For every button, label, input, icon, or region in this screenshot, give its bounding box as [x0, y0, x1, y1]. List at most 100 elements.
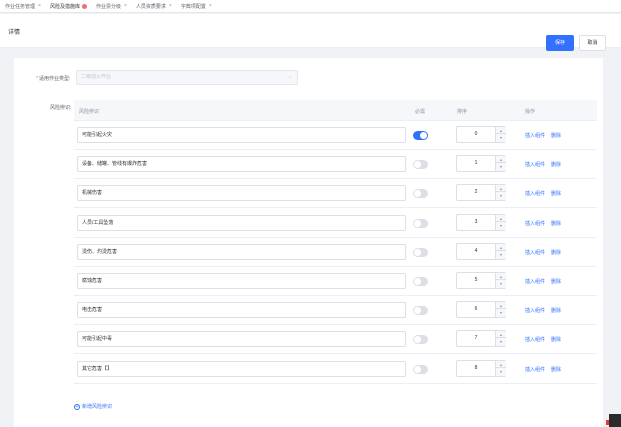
required-switch[interactable] [413, 189, 428, 199]
tab-close-icon[interactable]: × [124, 3, 127, 9]
delete-link[interactable]: 删除 [551, 249, 561, 256]
risk-name-input[interactable]: 可能引起中毒 [77, 331, 406, 348]
delete-link[interactable]: 删除 [551, 220, 561, 227]
delete-link[interactable]: 删除 [551, 161, 561, 168]
tab-label: 人员资质要求 [135, 3, 166, 10]
required-switch[interactable] [413, 364, 428, 374]
tab-0[interactable]: 作业任务管理 × [0, 0, 45, 13]
order-stepper[interactable]: 3 ▴ ▾ [456, 213, 506, 231]
order-stepper[interactable]: 4 ▴ ▾ [456, 242, 506, 260]
required-switch[interactable] [413, 160, 428, 170]
risk-name-input[interactable]: 人员/工具坠落 [77, 214, 406, 231]
delete-link[interactable]: 删除 [551, 132, 561, 139]
order-value[interactable]: 0 [457, 127, 495, 142]
risk-name-input[interactable]: 设备、储罐、管线有爆炸危害 [77, 156, 406, 173]
increment-icon[interactable]: ▴ [495, 185, 506, 193]
order-stepper[interactable]: 0 ▴ ▾ [456, 126, 506, 143]
required-switch[interactable] [413, 131, 428, 140]
delete-link[interactable]: 删除 [551, 278, 561, 285]
save-button[interactable]: 保存 [546, 35, 574, 51]
risk-name-input[interactable]: 其它危害【】 [77, 360, 406, 377]
decrement-icon[interactable]: ▾ [495, 338, 506, 347]
unsaved-dot-icon [81, 3, 87, 9]
risk-name-input[interactable]: 可能引起火灾 [77, 127, 406, 143]
work-type-value: 二级动火作业 [81, 74, 112, 80]
switch-knob [414, 336, 421, 344]
insert-component-link[interactable]: 插入组件 [525, 307, 545, 314]
add-risk-link[interactable]: + 新增风险辨识 [74, 403, 112, 410]
order-stepper[interactable]: 7 ▴ ▾ [456, 330, 506, 348]
decrement-icon[interactable]: ▾ [495, 280, 506, 288]
taskbar-corner [609, 414, 621, 427]
order-stepper[interactable]: 8 ▴ ▾ [456, 359, 506, 377]
tab-close-icon[interactable]: × [38, 3, 41, 9]
order-stepper[interactable]: 2 ▴ ▾ [456, 184, 506, 202]
risk-name-input[interactable]: 电击危害 [77, 302, 406, 319]
insert-component-link[interactable]: 插入组件 [525, 132, 545, 139]
tab-2[interactable]: 作业票分级 × [91, 0, 131, 13]
order-value[interactable]: 7 [457, 331, 495, 346]
increment-icon[interactable]: ▴ [495, 156, 506, 164]
increment-icon[interactable]: ▴ [495, 302, 506, 310]
required-switch[interactable] [413, 277, 428, 286]
increment-icon[interactable]: ▴ [495, 331, 506, 339]
decrement-icon[interactable]: ▾ [495, 221, 506, 230]
tab-1[interactable]: 风险及措施库 [45, 0, 91, 13]
order-stepper[interactable]: 6 ▴ ▾ [456, 301, 506, 319]
insert-component-link[interactable]: 插入组件 [525, 190, 545, 197]
decrement-icon[interactable]: ▾ [495, 192, 506, 201]
table-row: 机械伤害 2 ▴ ▾ 插入组件 删除 [74, 179, 597, 209]
tab-3[interactable]: 人员资质要求 × [131, 0, 176, 13]
order-value[interactable]: 4 [457, 244, 495, 259]
increment-icon[interactable]: ▴ [495, 360, 506, 368]
switch-knob [414, 278, 421, 285]
order-value[interactable]: 1 [457, 156, 495, 171]
increment-icon[interactable]: ▴ [495, 273, 506, 280]
insert-component-link[interactable]: 插入组件 [525, 249, 545, 256]
order-stepper[interactable]: 5 ▴ ▾ [456, 272, 506, 289]
risk-name-input[interactable]: 腐蚀危害 [77, 273, 406, 289]
order-value[interactable]: 8 [457, 361, 495, 376]
order-value[interactable]: 5 [457, 273, 495, 288]
switch-knob [414, 248, 421, 256]
switch-knob [420, 132, 427, 139]
increment-icon[interactable]: ▴ [495, 127, 506, 134]
page-header: 详情 保存 取消 [0, 14, 621, 51]
decrement-icon[interactable]: ▾ [495, 163, 506, 172]
required-switch[interactable] [413, 247, 428, 257]
tab-label: 风险及措施库 [49, 3, 80, 10]
increment-icon[interactable]: ▴ [495, 214, 506, 222]
risk-name-input[interactable]: 烫伤、灼烫危害 [77, 243, 406, 260]
decrement-icon[interactable]: ▾ [495, 367, 506, 376]
table-row: 设备、储罐、管线有爆炸危害 1 ▴ ▾ 插入组件 删除 [74, 150, 597, 180]
order-value[interactable]: 3 [457, 215, 495, 230]
decrement-icon[interactable]: ▾ [495, 134, 506, 142]
order-value[interactable]: 2 [457, 185, 495, 200]
insert-component-link[interactable]: 插入组件 [525, 366, 545, 373]
insert-component-link[interactable]: 插入组件 [525, 336, 545, 343]
tab-close-icon[interactable]: × [169, 3, 172, 9]
work-type-select[interactable]: 二级动火作业 ⌄ [76, 70, 298, 85]
switch-knob [414, 219, 421, 227]
delete-link[interactable]: 删除 [551, 366, 561, 373]
insert-component-link[interactable]: 插入组件 [525, 278, 545, 285]
decrement-icon[interactable]: ▾ [495, 250, 506, 259]
order-value[interactable]: 6 [457, 302, 495, 317]
delete-link[interactable]: 删除 [551, 190, 561, 197]
delete-link[interactable]: 删除 [551, 336, 561, 343]
delete-link[interactable]: 删除 [551, 307, 561, 314]
switch-knob [414, 365, 421, 373]
risk-name-input[interactable]: 机械伤害 [77, 185, 406, 202]
required-switch[interactable] [413, 218, 428, 228]
required-switch[interactable] [413, 306, 428, 316]
insert-component-link[interactable]: 插入组件 [525, 161, 545, 168]
required-switch[interactable] [413, 335, 428, 345]
tab-close-icon[interactable]: × [209, 3, 212, 9]
decrement-icon[interactable]: ▾ [495, 309, 506, 318]
increment-icon[interactable]: ▴ [495, 243, 506, 251]
cancel-button[interactable]: 取消 [579, 35, 606, 51]
order-stepper[interactable]: 1 ▴ ▾ [456, 155, 506, 173]
insert-component-link[interactable]: 插入组件 [525, 220, 545, 227]
tab-4[interactable]: 字典项配置 × [176, 0, 216, 13]
risk-label: 风险辨识: [50, 105, 72, 111]
